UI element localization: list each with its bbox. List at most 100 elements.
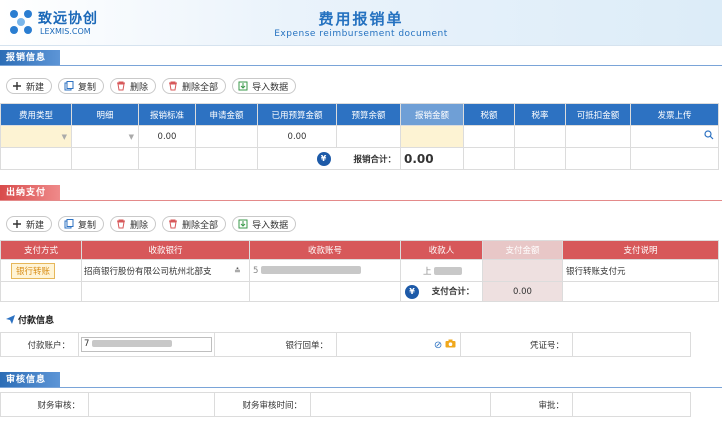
apply-amount-input[interactable] — [195, 125, 258, 148]
standard-value: 0.00 — [138, 125, 196, 148]
reimburse-section-title: 报销信息 — [0, 50, 60, 66]
audit-section-header: 审核信息 — [0, 372, 722, 388]
pay-note-value: 银行转账支付元 — [562, 259, 719, 282]
payment-total-row: ¥ 支付合计： 0.00 — [0, 281, 719, 302]
pay-method-tag[interactable]: 银行转账 — [11, 262, 56, 279]
reimburse-new-button[interactable]: 新建 — [6, 78, 53, 94]
col-reimburse-amount: 报销金额 — [400, 103, 464, 126]
payment-new-button[interactable]: 新建 — [6, 216, 53, 232]
table-row: 银行转账 招商银行股份有限公司杭州北部支 ≛ 5 上 银行转账支付元 — [0, 259, 719, 282]
invoice-upload-cell[interactable] — [630, 125, 719, 148]
payment-header-row: 支付方式 收款银行 收款账号 收款人 支付金额 支付说明 — [0, 240, 719, 260]
finance-audit-time-label: 财务审核时间： — [214, 392, 311, 417]
reimburse-import-button[interactable]: 导入数据 — [232, 78, 297, 94]
import-icon — [238, 81, 248, 91]
payment-copy-button[interactable]: 复制 — [58, 216, 105, 232]
payment-delete-all-button[interactable]: 删除全部 — [162, 216, 227, 232]
col-payee: 收款人 — [400, 240, 483, 260]
plus-icon — [12, 81, 22, 91]
col-expense-type: 费用类型 — [0, 103, 72, 126]
trash-icon — [168, 81, 178, 91]
col-tax-rate: 税率 — [514, 103, 566, 126]
col-pay-amount: 支付金额 — [482, 240, 563, 260]
used-budget-value: 0.00 — [257, 125, 337, 148]
expense-type-select[interactable]: ▼ — [0, 125, 72, 148]
budget-remaining-value — [336, 125, 401, 148]
reimburse-amount-input[interactable] — [400, 125, 464, 148]
bank-receipt-label: 银行回单： — [214, 332, 337, 357]
trash-icon — [116, 81, 126, 91]
payment-total-value: 0.00 — [482, 281, 563, 302]
col-invoice-upload: 发票上传 — [630, 103, 719, 126]
tax-input[interactable] — [463, 125, 515, 148]
trash-icon — [116, 219, 126, 229]
payment-delete-button[interactable]: 删除 — [110, 216, 157, 232]
finance-audit-label: 财务审核： — [0, 392, 89, 417]
pay-amount-input[interactable] — [482, 259, 563, 282]
yen-icon: ¥ — [316, 151, 331, 166]
payee-account-cell[interactable]: 5 — [249, 259, 401, 282]
payee-bank-cell[interactable]: 招商银行股份有限公司杭州北部支 ≛ — [81, 259, 250, 282]
payment-toolbar: 新建 复制 删除 删除全部 导入数据 — [6, 216, 297, 232]
import-icon — [238, 219, 248, 229]
approve-input[interactable] — [572, 392, 691, 417]
chevron-down-icon: ▼ — [61, 132, 67, 141]
voucher-label: 凭证号： — [460, 332, 573, 357]
yen-icon: ¥ — [405, 284, 419, 299]
col-pay-note: 支付说明 — [562, 240, 719, 260]
reimburse-section-header: 报销信息 — [0, 50, 722, 66]
voucher-input[interactable] — [572, 332, 691, 357]
paper-plane-icon — [6, 315, 15, 324]
pay-method-cell[interactable]: 银行转账 — [0, 259, 82, 282]
tax-rate-input[interactable] — [514, 125, 566, 148]
copy-icon — [64, 81, 74, 91]
col-payee-account: 收款账号 — [249, 240, 401, 260]
deductible-input[interactable] — [565, 125, 631, 148]
masked-payee — [434, 267, 463, 275]
col-tax: 税额 — [463, 103, 515, 126]
trash-icon — [168, 219, 178, 229]
search-icon[interactable] — [704, 130, 714, 143]
finance-audit-input[interactable] — [88, 392, 215, 417]
plus-icon — [12, 219, 22, 229]
masked-account — [261, 266, 362, 274]
reimburse-delete-button[interactable]: 删除 — [110, 78, 157, 94]
col-budget-remaining: 预算余额 — [336, 103, 401, 126]
approve-label: 审批： — [490, 392, 573, 417]
pay-account-input[interactable]: 7 — [81, 337, 212, 352]
payee-cell[interactable]: 上 — [400, 259, 483, 282]
finance-audit-time-input[interactable] — [310, 392, 491, 417]
col-standard: 报销标准 — [138, 103, 196, 126]
masked-pay-account — [92, 340, 173, 347]
col-detail: 明细 — [71, 103, 139, 126]
reimburse-total-value: 0.00 — [400, 147, 464, 170]
bank-receipt-cell[interactable]: ⊘ — [336, 332, 461, 357]
table-row: ▼ ▼ 0.00 0.00 — [0, 125, 719, 148]
reimburse-table: 费用类型 明细 报销标准 申请金额 已用预算金额 预算余额 报销金额 税额 税率… — [0, 103, 719, 170]
reimburse-copy-button[interactable]: 复制 — [58, 78, 105, 94]
copy-icon — [64, 219, 74, 229]
payment-import-button[interactable]: 导入数据 — [232, 216, 297, 232]
audit-section-title: 审核信息 — [0, 372, 60, 388]
payee-bank-value: 招商银行股份有限公司杭州北部支 — [84, 266, 212, 277]
bank-list-icon[interactable]: ≛ — [234, 266, 241, 275]
page-header: 致远协创 LEXMIS.COM 费用报销单 Expense reimbursem… — [0, 0, 722, 46]
col-pay-method: 支付方式 — [0, 240, 82, 260]
reimburse-delete-all-button[interactable]: 删除全部 — [162, 78, 227, 94]
reimburse-total-label: 报销合计： — [336, 147, 401, 170]
payment-section-header: 出纳支付 — [0, 185, 722, 201]
pay-account-cell[interactable]: 7 — [78, 332, 215, 357]
camera-icon[interactable] — [445, 339, 456, 351]
detail-select[interactable]: ▼ — [71, 125, 139, 148]
col-payee-bank: 收款银行 — [81, 240, 250, 260]
reimburse-total-row: ¥ 报销合计： 0.00 — [0, 147, 719, 170]
col-used-budget: 已用预算金额 — [257, 103, 337, 126]
audit-table: 财务审核： 财务审核时间： 审批： — [0, 392, 691, 417]
paperclip-icon[interactable]: ⊘ — [434, 340, 442, 351]
pay-info-table: 付款账户： 7 银行回单： ⊘ 凭证号： — [0, 332, 691, 357]
payment-section-title: 出纳支付 — [0, 185, 60, 201]
reimburse-toolbar: 新建 复制 删除 删除全部 导入数据 — [6, 78, 297, 94]
payment-total-label-cell: ¥ 支付合计： — [400, 281, 483, 302]
pay-account-label: 付款账户： — [0, 332, 79, 357]
payment-table: 支付方式 收款银行 收款账号 收款人 支付金额 支付说明 银行转账 招商银行股份… — [0, 240, 719, 302]
